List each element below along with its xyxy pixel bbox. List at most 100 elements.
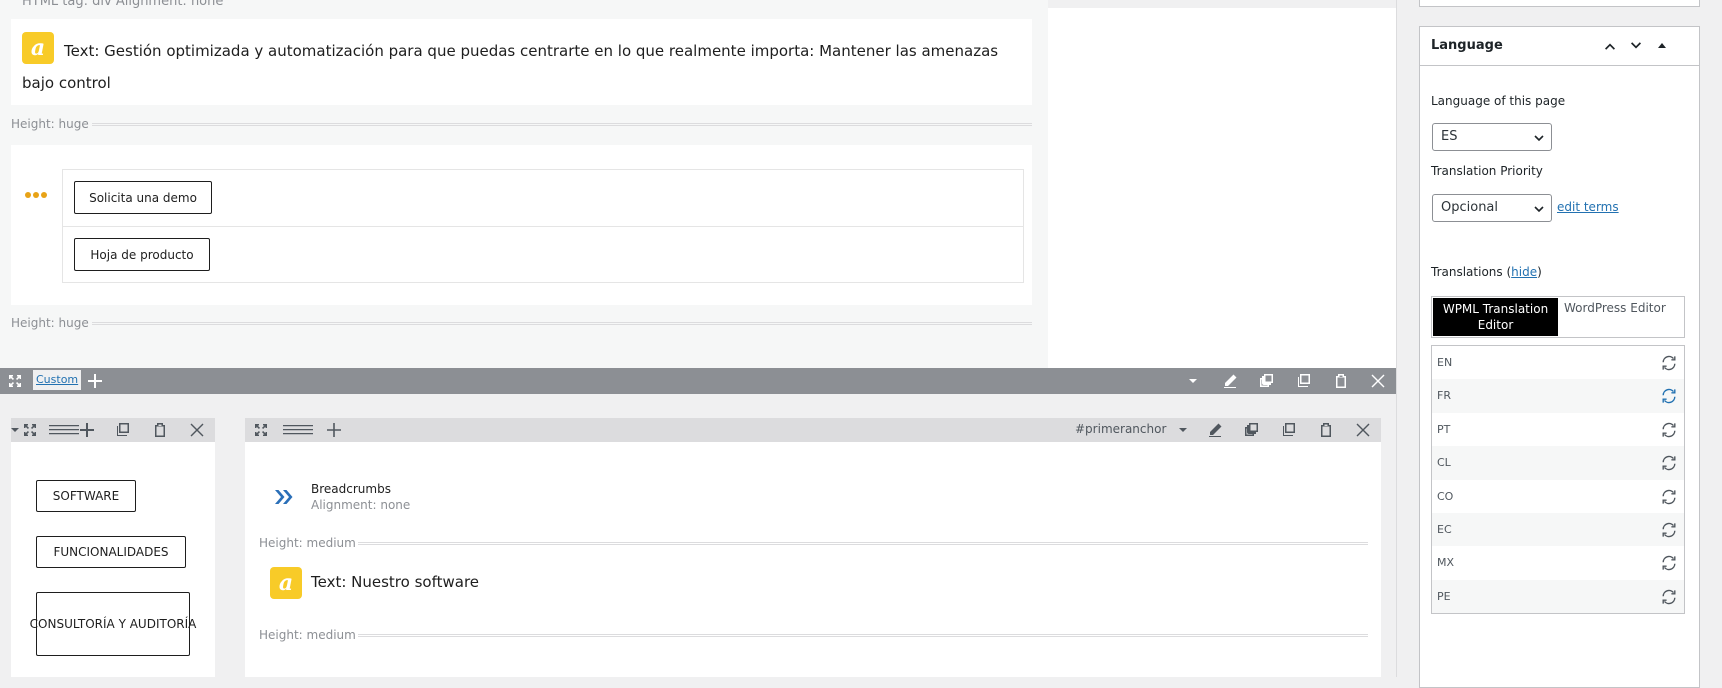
language-code: FR	[1437, 389, 1451, 403]
chevron-down-icon	[1534, 135, 1544, 142]
text-module-icon: a	[270, 567, 302, 599]
features-button[interactable]: FUNCIONALIDADES	[36, 536, 186, 568]
anchor-label[interactable]: #primeranchor	[1075, 422, 1166, 436]
chevron-down-icon[interactable]	[7, 422, 23, 438]
spacer-line	[92, 322, 1032, 326]
translation-row: CO	[1432, 480, 1684, 513]
chevron-up-icon[interactable]	[1602, 38, 1618, 54]
language-code: MX	[1437, 556, 1455, 570]
language-code: CO	[1437, 489, 1454, 503]
button-row: Solicita una demo	[63, 170, 1023, 226]
breadcrumbs-icon	[273, 487, 293, 507]
close-icon[interactable]	[1370, 373, 1386, 389]
sync-icon[interactable]	[1660, 387, 1678, 405]
duplicate-icon[interactable]	[1259, 373, 1275, 389]
drag-handle-icon[interactable]	[49, 422, 79, 438]
tab-wpml-translation-editor[interactable]: WPML Translation Editor	[1433, 298, 1558, 336]
translations-label: Translations (hide)	[1431, 265, 1542, 279]
expand-icon[interactable]	[22, 422, 38, 438]
collapse-triangle-icon[interactable]	[1654, 38, 1670, 54]
add-icon[interactable]	[326, 422, 342, 438]
button-list: Solicita una demo Hoja de producto	[62, 169, 1024, 283]
sync-icon[interactable]	[1660, 554, 1678, 572]
paste-clipboard-icon[interactable]	[1333, 373, 1349, 389]
software-button[interactable]: SOFTWARE	[36, 480, 136, 512]
chevron-down-icon[interactable]	[1628, 38, 1644, 54]
sync-icon[interactable]	[1660, 421, 1678, 439]
hide-translations-link[interactable]: hide	[1511, 265, 1537, 279]
spacer-line	[358, 634, 1368, 638]
section-body: SOFTWARE FUNCIONALIDADES CONSULTORÍA Y A…	[0, 394, 1396, 677]
sync-icon[interactable]	[1660, 454, 1678, 472]
button-row: Hoja de producto	[63, 226, 1023, 283]
duplicate-icon[interactable]	[1244, 422, 1260, 438]
expand-icon[interactable]	[253, 422, 269, 438]
translation-priority-select[interactable]: Opcional	[1432, 194, 1552, 222]
copy-icon[interactable]	[1281, 422, 1297, 438]
language-select[interactable]: ES	[1432, 123, 1552, 151]
close-icon[interactable]	[189, 422, 205, 438]
spacer-label: Height: huge	[11, 316, 89, 330]
language-of-page-label: Language of this page	[1431, 94, 1566, 108]
column-1[interactable]: SOFTWARE FUNCIONALIDADES CONSULTORÍA Y A…	[11, 418, 215, 677]
language-panel: Language Language of this page ES Transl…	[1419, 26, 1700, 688]
translations-table: EN FR PT CL CO EC MX PE	[1431, 345, 1685, 615]
translation-row: CL	[1432, 446, 1684, 480]
translation-editor-tabs: WPML Translation Editor WordPress Editor	[1431, 296, 1685, 338]
column-2[interactable]: Breadcrumbs Alignment: none Height: medi…	[245, 442, 1381, 677]
request-demo-button[interactable]: Solicita una demo	[74, 181, 212, 214]
translation-row: EN	[1432, 346, 1684, 379]
spacer-line	[358, 542, 1368, 546]
translation-row: MX	[1432, 546, 1684, 579]
copy-icon[interactable]	[1296, 373, 1312, 389]
sync-icon[interactable]	[1660, 521, 1678, 539]
translation-priority-label: Translation Priority	[1431, 164, 1543, 178]
text-module-content: Text: Gestión optimizada y automatizació…	[22, 42, 999, 92]
spacer-label: Height: medium	[259, 628, 356, 642]
settings-sidebar: Language Language of this page ES Transl…	[1396, 0, 1722, 688]
priority-select-value: Opcional	[1441, 200, 1499, 215]
text-module[interactable]: a Text: Gestión optimizada y automatizac…	[11, 19, 1032, 105]
previous-panel-edge	[1419, 0, 1700, 7]
language-code: PE	[1437, 589, 1451, 603]
tab-wordpress-editor[interactable]: WordPress Editor	[1564, 301, 1666, 315]
sync-icon[interactable]	[1660, 488, 1678, 506]
more-dots-icon[interactable]	[25, 192, 47, 198]
consulting-audit-button[interactable]: CONSULTORÍA Y AUDITORÍA	[30, 592, 196, 656]
language-code: PT	[1437, 422, 1451, 436]
language-code: CL	[1437, 456, 1451, 470]
paste-clipboard-icon[interactable]	[1318, 422, 1334, 438]
close-icon[interactable]	[1355, 422, 1371, 438]
translation-row: EC	[1432, 512, 1684, 547]
section-label-custom[interactable]: Custom	[33, 370, 82, 390]
column-2-toolbar: #primeranchor	[245, 418, 1381, 442]
expand-icon[interactable]	[7, 373, 23, 389]
sync-icon[interactable]	[1660, 354, 1678, 372]
add-icon[interactable]	[79, 422, 95, 438]
page-builder-editor: HTML tag: div Alignment: none a Text: Ge…	[0, 0, 1396, 677]
chevron-down-icon[interactable]	[1185, 373, 1201, 389]
paste-clipboard-icon[interactable]	[152, 422, 168, 438]
add-icon[interactable]	[87, 373, 103, 389]
language-code: EC	[1437, 522, 1452, 536]
language-code: EN	[1437, 356, 1453, 369]
breadcrumbs-module-title[interactable]: Breadcrumbs	[311, 482, 391, 496]
sync-icon[interactable]	[1660, 588, 1678, 606]
chevron-down-icon[interactable]	[1175, 422, 1191, 438]
drag-handle-icon[interactable]	[283, 422, 313, 438]
spacer-label: Height: medium	[259, 536, 356, 550]
product-sheet-button[interactable]: Hoja de producto	[74, 238, 210, 271]
editor-top-strip	[1048, 0, 1396, 8]
translation-row: FR	[1432, 379, 1684, 413]
edit-pencil-icon[interactable]	[1207, 422, 1223, 438]
copy-icon[interactable]	[115, 422, 131, 438]
button-group-module[interactable]: Solicita una demo Hoja de producto	[11, 145, 1032, 305]
text-module-title[interactable]: Text: Nuestro software	[311, 573, 479, 591]
spacer-label: Height: huge	[11, 117, 89, 131]
edit-pencil-icon[interactable]	[1222, 373, 1238, 389]
chevron-down-icon	[1534, 206, 1544, 213]
language-panel-header[interactable]: Language	[1420, 27, 1699, 66]
language-select-value: ES	[1441, 129, 1458, 144]
module-meta-text: HTML tag: div Alignment: none	[22, 0, 224, 9]
edit-terms-link[interactable]: edit terms	[1557, 200, 1619, 214]
